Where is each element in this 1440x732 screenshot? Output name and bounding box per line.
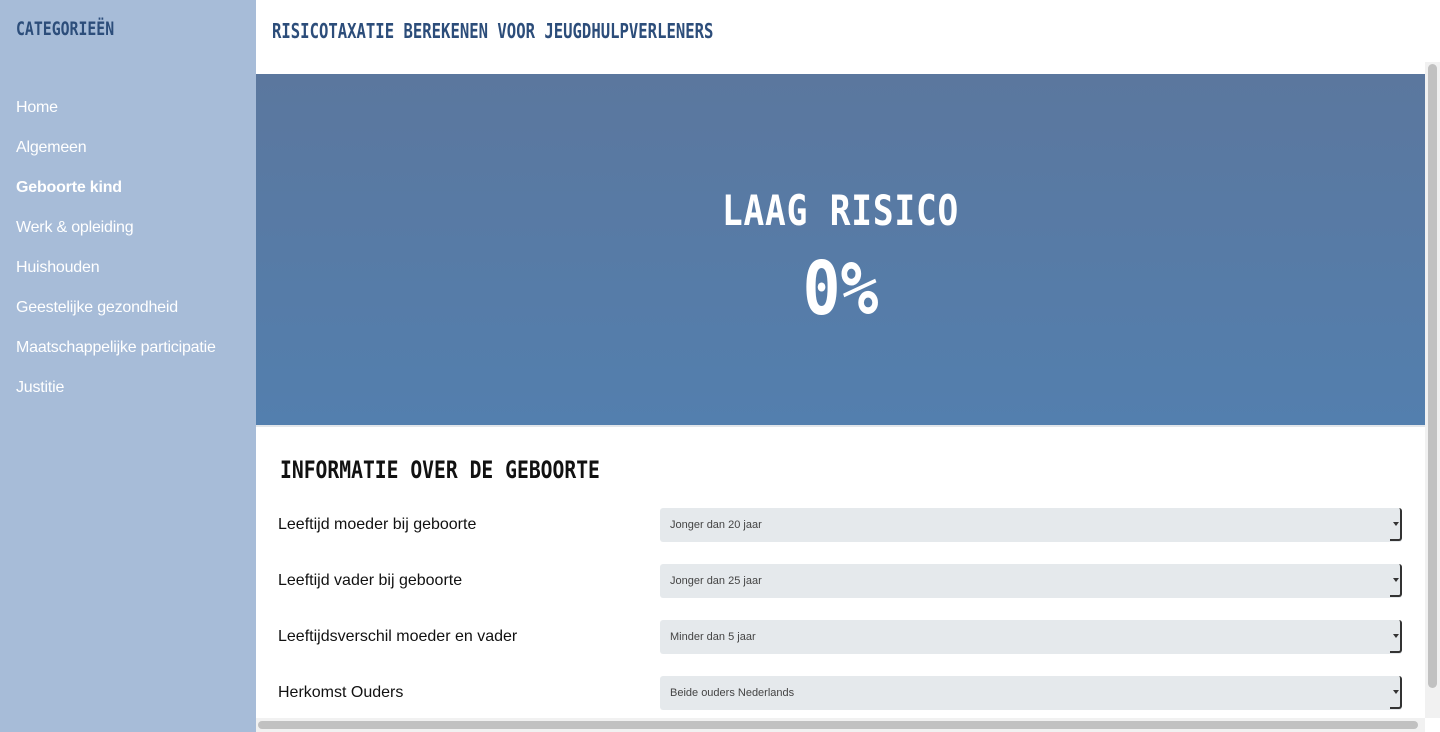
herkomst-ouders-select[interactable]: Beide ouders Nederlands xyxy=(660,676,1402,710)
form-row-herkomst-ouders: Herkomst Ouders Beide ouders Nederlands xyxy=(278,676,1402,712)
risk-result-panel: LAAG RISICO 0% xyxy=(256,74,1425,425)
sidebar-item-werk-opleiding[interactable]: Werk & opleiding xyxy=(16,218,216,258)
chevron-down-icon xyxy=(1390,620,1402,653)
select-value: Jonger dan 25 jaar xyxy=(670,575,762,587)
sidebar-nav: Home Algemeen Geboorte kind Werk & oplei… xyxy=(16,98,216,418)
form-row-leeftijd-vader: Leeftijd vader bij geboorte Jonger dan 2… xyxy=(278,564,1402,600)
vertical-scrollbar-thumb[interactable] xyxy=(1428,64,1437,688)
leeftijdsverschil-select[interactable]: Minder dan 5 jaar xyxy=(660,620,1402,654)
field-label: Herkomst Ouders xyxy=(278,684,404,701)
sidebar-item-geboorte-kind[interactable]: Geboorte kind xyxy=(16,178,216,218)
leeftijd-moeder-select[interactable]: Jonger dan 20 jaar xyxy=(660,508,1402,542)
form-row-leeftijdsverschil: Leeftijdsverschil moeder en vader Minder… xyxy=(278,620,1402,656)
chevron-down-icon xyxy=(1390,564,1402,597)
sidebar-item-algemeen[interactable]: Algemeen xyxy=(16,138,216,178)
field-label: Leeftijdsverschil moeder en vader xyxy=(278,628,518,645)
sidebar-item-home[interactable]: Home xyxy=(16,98,216,138)
sidebar: CATEGORIEËN Home Algemeen Geboorte kind … xyxy=(0,0,256,732)
horizontal-scrollbar[interactable] xyxy=(256,718,1425,732)
leeftijd-vader-select[interactable]: Jonger dan 25 jaar xyxy=(660,564,1402,598)
chevron-down-icon xyxy=(1390,508,1402,541)
sidebar-item-huishouden[interactable]: Huishouden xyxy=(16,258,216,298)
header: RISICOTAXATIE BEREKENEN VOOR JEUGDHULPVE… xyxy=(256,0,1440,74)
select-value: Beide ouders Nederlands xyxy=(670,687,795,699)
vertical-scrollbar[interactable] xyxy=(1425,62,1440,718)
risk-label: LAAG RISICO xyxy=(721,186,960,235)
horizontal-scrollbar-thumb[interactable] xyxy=(258,721,1418,729)
sidebar-item-geestelijke-gezondheid[interactable]: Geestelijke gezondheid xyxy=(16,298,216,338)
select-value: Minder dan 5 jaar xyxy=(670,631,756,643)
form-row-leeftijd-moeder: Leeftijd moeder bij geboorte Jonger dan … xyxy=(278,508,1402,544)
sidebar-title: CATEGORIEËN xyxy=(16,18,115,40)
risk-percentage: 0% xyxy=(802,246,879,332)
sidebar-item-justitie[interactable]: Justitie xyxy=(16,378,216,418)
page-title: RISICOTAXATIE BEREKENEN VOOR JEUGDHULPVE… xyxy=(272,19,714,43)
select-value: Jonger dan 20 jaar xyxy=(670,519,762,531)
sidebar-item-maatschappelijke-participatie[interactable]: Maatschappelijke participatie xyxy=(16,338,216,378)
section-title: INFORMATIE OVER DE GEBOORTE xyxy=(280,456,600,484)
field-label: Leeftijd moeder bij geboorte xyxy=(278,516,477,533)
form-section: INFORMATIE OVER DE GEBOORTE Leeftijd moe… xyxy=(256,425,1425,720)
chevron-down-icon xyxy=(1390,676,1402,709)
field-label: Leeftijd vader bij geboorte xyxy=(278,572,463,589)
